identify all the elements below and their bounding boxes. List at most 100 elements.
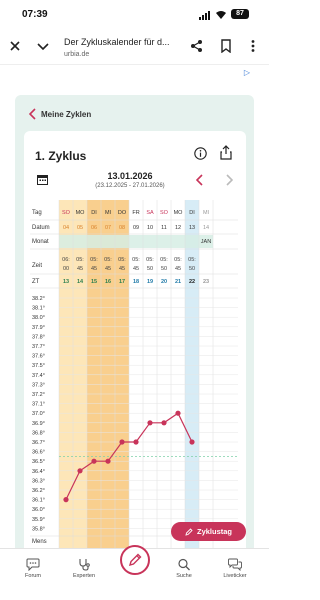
temperature-point: [189, 439, 195, 445]
date-label: 05: [77, 225, 83, 231]
temperature-point: [119, 439, 125, 445]
search-icon: [178, 558, 190, 571]
date-label: 08: [119, 225, 125, 231]
y-tick-label: 37.9°: [32, 325, 45, 331]
tab-liveticker[interactable]: Liveticker: [215, 558, 255, 579]
bookmark-icon[interactable]: [219, 39, 233, 53]
ad-choices-icon[interactable]: ▷: [244, 68, 250, 77]
tab-label: Forum: [25, 573, 41, 579]
cycle-day-label: 19: [147, 279, 153, 285]
weekday-label: SO: [62, 210, 71, 216]
y-tick-label: 36.8°: [32, 430, 45, 436]
cycle-day-label: 16: [105, 279, 111, 285]
weekday-label: MO: [76, 210, 86, 216]
y-tick-label: 36.6°: [32, 450, 45, 456]
cycle-day-label: 20: [161, 279, 167, 285]
chevron-down-icon[interactable]: [36, 39, 50, 53]
add-cycle-day-button[interactable]: Zyklustag: [171, 522, 246, 541]
y-tick-label: 37.5°: [32, 363, 45, 369]
y-tick-label: 38.2°: [32, 296, 45, 302]
date-label: 12: [175, 225, 181, 231]
y-tick-label: 37.3°: [32, 382, 45, 388]
back-to-cycles[interactable]: Meine Zyklen: [29, 108, 91, 120]
date-label: 07: [105, 225, 111, 231]
signal-icon: [199, 11, 210, 20]
cycle-day-label: 13: [63, 279, 69, 285]
status-bar: 07:39 87: [0, 0, 269, 30]
next-day-icon[interactable]: [225, 174, 233, 186]
weekday-label: DI: [91, 210, 97, 216]
page-title: Der Zykluskalender für d...: [64, 37, 170, 47]
tab-label: Experten: [72, 573, 95, 579]
temperature-point: [91, 458, 97, 464]
y-tick-label: 36.9°: [32, 421, 45, 427]
tab-label: Liveticker: [223, 573, 247, 579]
y-tick-label: 37.8°: [32, 334, 45, 340]
y-tick-label: 36.3°: [32, 478, 45, 484]
y-tick-label: 38.0°: [32, 315, 45, 321]
date-label: 04: [63, 225, 69, 231]
time-hour: 05:: [118, 257, 126, 263]
info-icon[interactable]: [194, 147, 207, 160]
weekday-label: FR: [132, 210, 139, 216]
y-tick-label: 36.7°: [32, 440, 45, 446]
time-hour: 05:: [146, 257, 154, 263]
selected-date: 13.01.2026: [107, 171, 153, 181]
row-label-tag: Tag: [32, 210, 42, 216]
month-marker: JAN: [201, 239, 211, 245]
ad-bar: ▷: [0, 64, 269, 86]
close-icon[interactable]: [8, 39, 22, 53]
temperature-point: [147, 420, 153, 426]
chat-bubble-icon: [26, 558, 40, 571]
row-label-datum: Datum: [32, 225, 50, 231]
row-label-zeit: Zeit: [32, 263, 42, 269]
date-label: 10: [147, 225, 153, 231]
temperature-point: [105, 458, 111, 464]
time-hour: 05:: [188, 257, 196, 263]
row-label-monat: Monat: [32, 239, 49, 245]
cycle-day-label: 21: [175, 279, 181, 285]
weekday-label: DO: [118, 210, 127, 216]
time-minute: 45: [133, 266, 139, 272]
time-hour: 05:: [160, 257, 168, 263]
pencil-icon: [128, 553, 142, 567]
time-hour: 05:: [90, 257, 98, 263]
row-label-zt: ZT: [32, 279, 40, 285]
time-minute: 45: [77, 266, 83, 272]
y-tick-label: 37.0°: [32, 411, 45, 417]
time-hour: 05:: [132, 257, 140, 263]
time-minute: 00: [63, 266, 69, 272]
upload-share-icon[interactable]: [219, 145, 233, 160]
y-tick-label: 38.1°: [32, 306, 45, 312]
tab-search[interactable]: Suche: [164, 558, 204, 579]
temperature-chart: Tag Datum Monat Zeit ZT JAN SO 04 06: 00 13 MO 05 05:…: [30, 200, 238, 550]
time-hour: 05:: [104, 257, 112, 263]
time-hour: 05:: [174, 257, 182, 263]
date-label: 13: [189, 225, 195, 231]
y-tick-label: 36.4°: [32, 469, 45, 475]
write-button[interactable]: [120, 545, 150, 575]
y-tick-label: 37.2°: [32, 392, 45, 398]
chevron-left-icon: [29, 108, 36, 120]
pencil-icon: [185, 527, 193, 536]
time-hour: 05:: [76, 257, 84, 263]
time-minute: 50: [189, 266, 195, 272]
weekday-label: SO: [160, 210, 169, 216]
back-label: Meine Zyklen: [41, 109, 92, 119]
temperature-point: [77, 468, 83, 474]
time-minute: 45: [175, 266, 181, 272]
tab-experts[interactable]: Experten: [64, 558, 104, 579]
date-label: 14: [203, 225, 209, 231]
temperature-point: [161, 420, 167, 426]
weekday-label: MI: [203, 210, 210, 216]
tab-forum[interactable]: Forum: [13, 558, 53, 579]
more-icon[interactable]: [246, 39, 260, 53]
share-icon[interactable]: [190, 39, 204, 53]
y-tick-label: 37.7°: [32, 344, 45, 350]
weekday-label: SA: [146, 210, 154, 216]
prev-day-icon[interactable]: [196, 174, 204, 186]
weekday-label: MI: [105, 210, 112, 216]
cycle-day-label: 15: [91, 279, 97, 285]
calendar-icon[interactable]: [37, 174, 48, 185]
time-minute: 45: [119, 266, 125, 272]
